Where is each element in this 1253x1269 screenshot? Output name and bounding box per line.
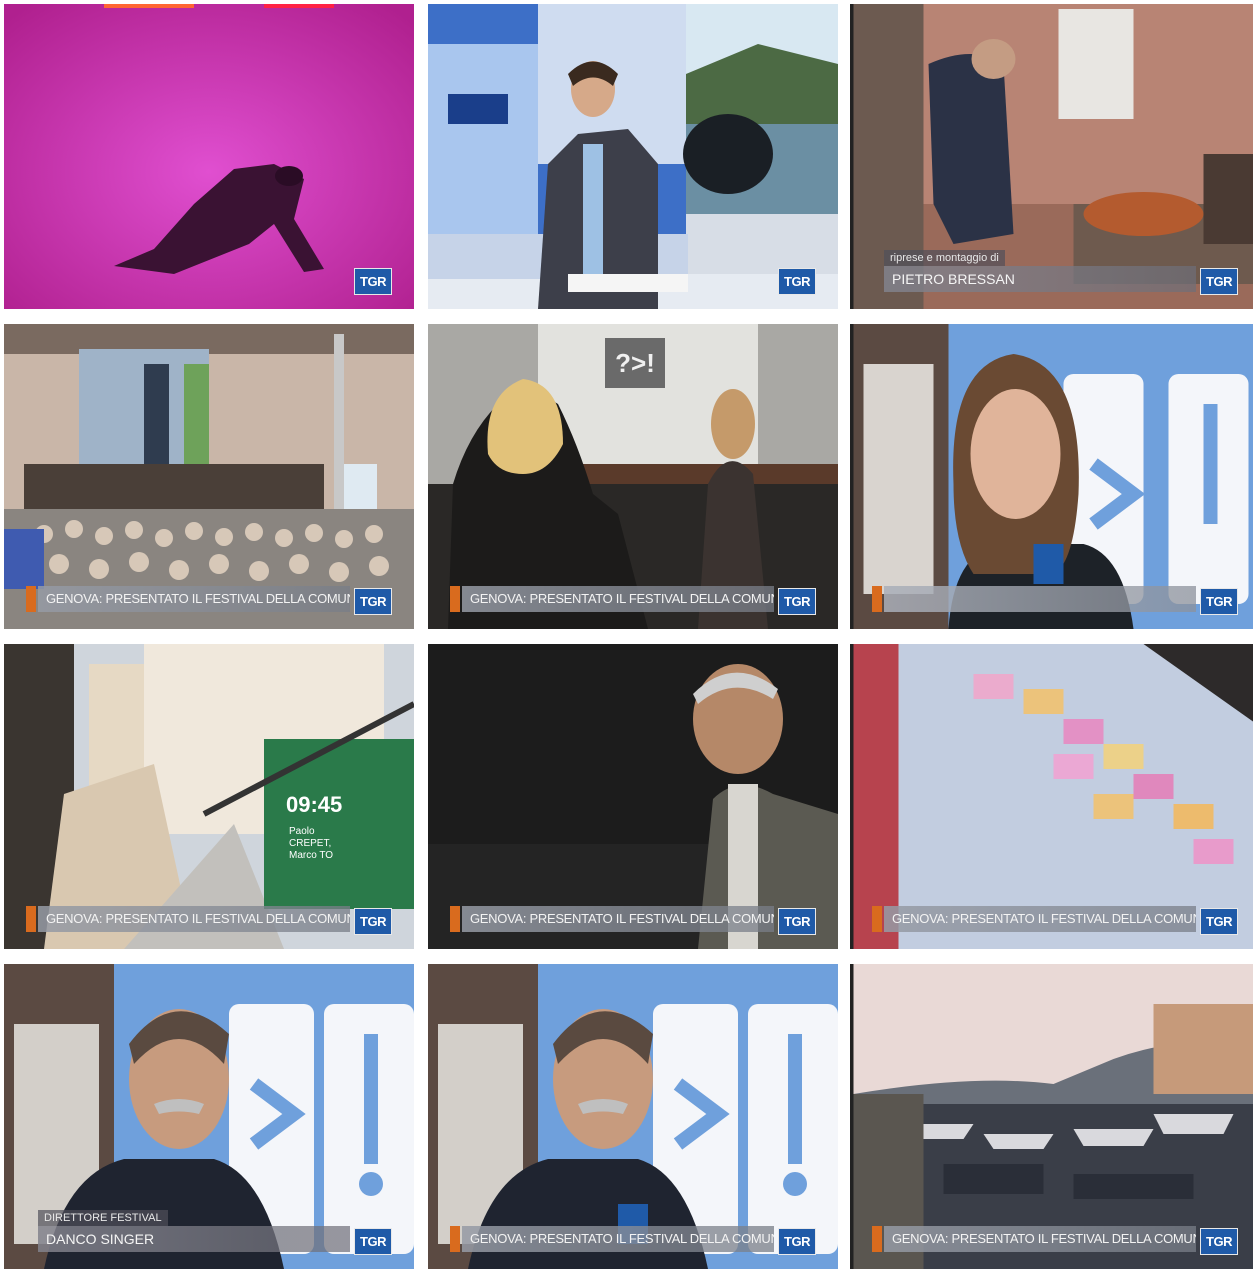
lower-third-accent [450,906,460,932]
tgr-logo-icon: TGR [778,1228,816,1255]
tgr-logo-icon: TGR [354,1228,392,1255]
video-frame-11[interactable]: GENOVA: PRESENTATO IL FESTIVAL DELLA COM… [428,964,838,1269]
lower-third-blurred [884,586,1196,612]
speaker-dark-scene [428,644,838,949]
interview-name: DANCO SINGER [38,1226,350,1252]
lower-third-headline: GENOVA: PRESENTATO IL FESTIVAL DELLA COM… [884,906,1196,932]
harbor-scene [850,964,1253,1269]
video-frame-10[interactable]: DIRETTORE FESTIVAL DANCO SINGER TGR [4,964,414,1269]
tgr-logo-icon: TGR [354,268,392,295]
printed-program-scene [850,644,1253,949]
video-frame-8[interactable]: GENOVA: PRESENTATO IL FESTIVAL DELLA COM… [428,644,838,949]
lower-third-accent [450,1226,460,1252]
director-interview-scene [428,964,838,1269]
credits-label: riprese e montaggio di [884,250,1005,266]
tgr-logo-icon: TGR [354,908,392,935]
lower-third-headline: GENOVA: PRESENTATO IL FESTIVAL DELLA COM… [462,1226,774,1252]
video-frame-2[interactable]: TGR [428,4,838,309]
stage-screen-speaker: Paolo CREPET, Marco TO [289,826,339,862]
festival-logo-projection: ?>! [605,338,665,388]
lower-third-headline: GENOVA: PRESENTATO IL FESTIVAL DELLA COM… [462,906,774,932]
woman-interview-scene [850,324,1253,629]
tgr-logo-icon: TGR [354,588,392,615]
tgr-logo-icon: TGR [1200,908,1238,935]
lower-third-accent [872,1226,882,1252]
tgr-logo-icon: TGR [1200,588,1238,615]
video-frame-7[interactable]: 09:45 Paolo CREPET, Marco TO GENOVA: PRE… [4,644,414,949]
video-frame-6[interactable]: TGR [850,324,1253,629]
lower-third-accent [872,906,882,932]
tgr-logo-icon: TGR [1200,1228,1238,1255]
lower-third-headline: GENOVA: PRESENTATO IL FESTIVAL DELLA COM… [884,1226,1196,1252]
stage-dancer-scene [4,4,414,309]
tgr-logo-icon: TGR [778,268,816,295]
video-frame-12[interactable]: GENOVA: PRESENTATO IL FESTIVAL DELLA COM… [850,964,1253,1269]
news-anchor-scene [428,4,838,309]
video-frame-1[interactable]: TGR [4,4,414,309]
outdoor-stage-crowd-scene [4,324,414,629]
video-frame-3[interactable]: riprese e montaggio di PIETRO BRESSAN TG… [850,4,1253,309]
video-frame-9[interactable]: GENOVA: PRESENTATO IL FESTIVAL DELLA COM… [850,644,1253,949]
lower-third-headline: GENOVA: PRESENTATO IL FESTIVAL DELLA COM… [462,586,774,612]
lower-third-accent [26,906,36,932]
tgr-logo-icon: TGR [1200,268,1238,295]
video-frame-4[interactable]: GENOVA: PRESENTATO IL FESTIVAL DELLA COM… [4,324,414,629]
church-square-stage-scene [4,644,414,949]
lower-third-accent [26,586,36,612]
interview-role: DIRETTORE FESTIVAL [38,1210,168,1226]
credits-name: PIETRO BRESSAN [884,266,1196,292]
lower-third-headline: GENOVA: PRESENTATO IL FESTIVAL DELLA COM… [38,906,350,932]
stage-screen-time: 09:45 [286,792,342,818]
lower-third-headline: GENOVA: PRESENTATO IL FESTIVAL DELLA COM… [38,586,350,612]
lower-third-accent [872,586,882,612]
tgr-logo-icon: TGR [778,588,816,615]
lower-third-accent [450,586,460,612]
tgr-logo-icon: TGR [778,908,816,935]
